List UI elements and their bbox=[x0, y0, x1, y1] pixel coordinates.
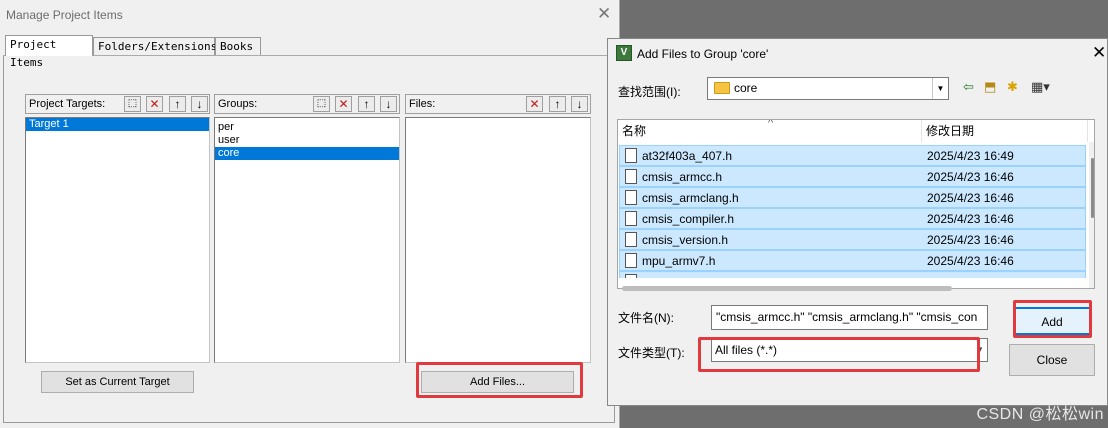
highlight-box bbox=[698, 337, 980, 372]
filename-input[interactable]: "cmsis_armcc.h" "cmsis_armclang.h" "cmsi… bbox=[711, 305, 988, 330]
file-name: mpu_armv7.h bbox=[642, 254, 716, 268]
list-item[interactable]: per bbox=[215, 121, 399, 134]
set-current-target-button[interactable]: Set as Current Target bbox=[41, 371, 194, 393]
close-button[interactable]: Close bbox=[1009, 344, 1095, 376]
tab-books[interactable]: Books bbox=[215, 37, 261, 56]
files-list[interactable] bbox=[405, 117, 591, 363]
new-folder-icon[interactable]: ✱ bbox=[1007, 79, 1018, 95]
file-name: cmsis_version.h bbox=[642, 233, 729, 247]
groups-header: Groups: ⬚ ✕ ↑ ↓ bbox=[214, 94, 400, 114]
highlight-box bbox=[1013, 300, 1092, 338]
file-row[interactable]: cmsis_armcc.h 2025/4/23 16:46 bbox=[619, 166, 1086, 187]
file-icon bbox=[625, 232, 637, 247]
app-logo-icon: V bbox=[616, 45, 632, 61]
chevron-down-icon[interactable]: ▼ bbox=[932, 78, 948, 99]
scrollbar-thumb[interactable] bbox=[1091, 158, 1094, 218]
file-icon bbox=[625, 190, 637, 205]
file-name: cmsis_armcc.h bbox=[642, 170, 723, 184]
view-menu-icon[interactable]: ▦▾ bbox=[1031, 79, 1050, 95]
targets-header: Project Targets: ⬚ ✕ ↑ ↓ bbox=[25, 94, 210, 114]
new-target-icon[interactable]: ⬚ bbox=[124, 96, 141, 112]
targets-header-label: Project Targets: bbox=[29, 98, 106, 110]
look-in-label: 查找范围(I): bbox=[618, 85, 681, 99]
file-date: 2025/4/23 16:46 bbox=[927, 191, 1014, 205]
list-item[interactable]: core bbox=[215, 147, 399, 160]
highlight-box bbox=[416, 362, 583, 398]
groups-list[interactable]: per user core bbox=[214, 117, 400, 363]
up-folder-icon[interactable]: ⬒ bbox=[984, 79, 996, 95]
file-date: 2025/4/23 16:46 bbox=[927, 233, 1014, 247]
horizontal-scrollbar[interactable] bbox=[622, 286, 952, 291]
watermark-text: CSDN @松松win bbox=[976, 406, 1104, 423]
file-date: 2025/4/23 16:46 bbox=[927, 254, 1014, 268]
folder-icon bbox=[714, 82, 730, 94]
file-row[interactable]: cmsis_version.h 2025/4/23 16:46 bbox=[619, 229, 1086, 250]
add-files-dialog: V Add Files to Group 'core' ✕ 查找范围(I): c… bbox=[607, 38, 1108, 406]
file-row[interactable]: cmsis_armclang.h 2025/4/23 16:46 bbox=[619, 187, 1086, 208]
look-in-value: core bbox=[734, 81, 758, 95]
close-icon[interactable]: ✕ bbox=[1092, 43, 1106, 63]
manage-project-items-dialog: Manage Project Items ✕ Project Items Fol… bbox=[0, 0, 620, 428]
file-date: 2025/4/23 16:46 bbox=[927, 212, 1014, 226]
file-list[interactable]: 名称 修改日期 ^ at32f403a_407.h 2025/4/23 16:4… bbox=[617, 119, 1095, 289]
file-icon bbox=[625, 169, 637, 184]
file-row[interactable]: mpu_armv7.h 2025/4/23 16:46 bbox=[619, 250, 1086, 271]
file-name: cmsis_compiler.h bbox=[642, 212, 735, 226]
back-icon[interactable]: ⇦ bbox=[963, 79, 974, 95]
file-name: cmsis_armclang.h bbox=[642, 191, 739, 205]
move-up-icon[interactable]: ↑ bbox=[169, 96, 186, 112]
file-icon bbox=[625, 253, 637, 268]
vertical-scrollbar[interactable] bbox=[1089, 142, 1094, 288]
list-item[interactable]: user bbox=[215, 134, 399, 147]
tab-folders-extensions[interactable]: Folders/Extensions bbox=[93, 37, 217, 56]
files-header-label: Files: bbox=[409, 98, 436, 110]
targets-list[interactable]: Target 1 bbox=[25, 117, 210, 363]
files-header: Files: ✕ ↑ ↓ bbox=[405, 94, 591, 114]
file-row[interactable]: cmsis_compiler.h 2025/4/23 16:46 bbox=[619, 208, 1086, 229]
file-date: 2025/4/23 16:46 bbox=[927, 170, 1014, 184]
move-up-icon[interactable]: ↑ bbox=[358, 96, 375, 112]
file-icon bbox=[625, 274, 637, 278]
file-icon bbox=[625, 211, 637, 226]
move-down-icon[interactable]: ↓ bbox=[191, 96, 208, 112]
look-in-dropdown[interactable]: core ▼ bbox=[707, 77, 949, 100]
file-row[interactable]: at32f403a_407.h 2025/4/23 16:49 bbox=[619, 145, 1086, 166]
tab-project-items[interactable]: Project Items bbox=[5, 35, 93, 69]
delete-target-icon[interactable]: ✕ bbox=[146, 96, 163, 112]
dialog-title: Add Files to Group 'core' bbox=[637, 47, 769, 61]
file-icon bbox=[625, 148, 637, 163]
dialog-title: Manage Project Items bbox=[6, 8, 123, 22]
move-down-icon[interactable]: ↓ bbox=[380, 96, 397, 112]
close-icon[interactable]: ✕ bbox=[597, 4, 611, 24]
file-name: at32f403a_407.h bbox=[642, 149, 733, 163]
filename-label: 文件名(N): bbox=[618, 311, 674, 325]
file-row-partial[interactable] bbox=[619, 271, 1086, 278]
move-up-icon[interactable]: ↑ bbox=[549, 96, 566, 112]
list-item[interactable]: Target 1 bbox=[26, 118, 209, 131]
new-group-icon[interactable]: ⬚ bbox=[313, 96, 330, 112]
delete-file-icon[interactable]: ✕ bbox=[526, 96, 543, 112]
column-date[interactable]: 修改日期 bbox=[922, 120, 1088, 142]
move-down-icon[interactable]: ↓ bbox=[571, 96, 588, 112]
sort-up-icon: ^ bbox=[768, 119, 774, 129]
groups-header-label: Groups: bbox=[218, 98, 258, 110]
file-date: 2025/4/23 16:49 bbox=[927, 149, 1014, 163]
delete-group-icon[interactable]: ✕ bbox=[335, 96, 352, 112]
filetype-label: 文件类型(T): bbox=[618, 346, 685, 360]
